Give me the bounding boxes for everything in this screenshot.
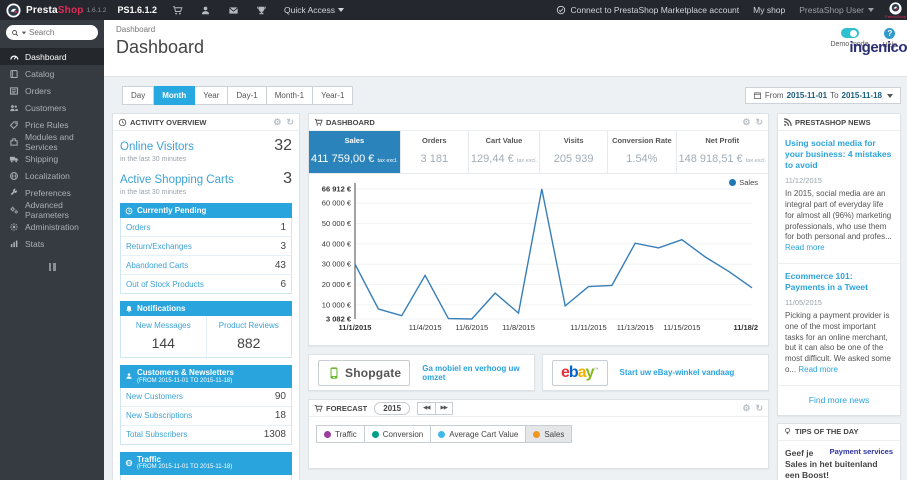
sidebar-item-modules[interactable]: Modules and Services xyxy=(0,132,104,152)
sidebar-menu: Dashboard Catalog Orders Customers Price… xyxy=(0,48,104,252)
users-icon xyxy=(10,104,19,111)
new-subscriptions-link[interactable]: New Subscriptions xyxy=(126,411,192,420)
sidebar-item-dashboard[interactable]: Dashboard xyxy=(0,48,104,65)
sidebar-collapse-button[interactable] xyxy=(0,263,104,271)
sidebar-item-customers[interactable]: Customers xyxy=(0,99,104,116)
tag-icon xyxy=(9,120,18,129)
sidebar-item-shipping[interactable]: Shipping xyxy=(0,150,104,167)
user-icon xyxy=(126,373,132,380)
trophy-icon[interactable] xyxy=(256,5,267,16)
gear-icon xyxy=(10,222,18,231)
returns-link[interactable]: Return/Exchanges xyxy=(126,242,192,251)
gears-icon xyxy=(10,206,18,214)
book-icon xyxy=(10,69,18,78)
sidebar-item-stats[interactable]: Stats xyxy=(0,235,104,252)
cart-icon[interactable] xyxy=(172,5,183,16)
prestashop-logo-icon xyxy=(6,2,21,18)
range-button-day[interactable]: Day xyxy=(122,86,155,105)
orders-link[interactable]: Orders xyxy=(126,223,150,232)
tips-of-the-day-panel: TIPS OF THE DAY ingenico Payment service… xyxy=(777,40,907,480)
online-visitors-link[interactable]: Online Visitors xyxy=(120,141,194,153)
list-icon xyxy=(10,86,18,95)
out-of-stock-link[interactable]: Out of Stock Products xyxy=(126,280,204,289)
marketplace-link[interactable]: Connect to PrestaShop Marketplace accoun… xyxy=(556,5,739,15)
topbar-icons xyxy=(172,5,267,16)
wrench-icon xyxy=(10,188,18,195)
brand-name: PrestaShop xyxy=(26,4,84,16)
search-input[interactable] xyxy=(29,28,79,37)
gauge-icon xyxy=(10,55,19,60)
user-menu[interactable]: PrestaShop User xyxy=(799,5,874,15)
sidebar-item-advanced-parameters[interactable]: Advanced Parameters xyxy=(0,200,104,220)
new-customers-link[interactable]: New Customers xyxy=(126,392,183,401)
my-shop-link[interactable]: My shop xyxy=(753,5,785,15)
clock-icon xyxy=(118,118,127,127)
sidebar-item-price-rules[interactable]: Price Rules xyxy=(0,116,104,133)
total-subscribers-link[interactable]: Total Subscribers xyxy=(126,430,187,439)
bell-icon xyxy=(126,305,132,312)
globe-icon xyxy=(10,171,18,180)
sidebar-search xyxy=(6,25,98,40)
quick-access-menu[interactable]: Quick Access xyxy=(284,5,345,15)
range-button-month[interactable]: Month xyxy=(154,86,196,105)
main-content: Dashboard Dashboard Demo mode ? Help Day… xyxy=(104,20,907,480)
truck-icon xyxy=(9,156,19,162)
avatar[interactable]: PrestaShop xyxy=(885,1,906,19)
abandoned-carts-link[interactable]: Abandoned Carts xyxy=(126,261,188,270)
top-bar: PrestaShop 1.6.1.2 PS1.6.1.2 Quick Acces… xyxy=(0,0,907,20)
customer-icon[interactable] xyxy=(200,5,211,16)
new-messages-cell[interactable]: New Messages 144 xyxy=(121,316,207,357)
chevron-down-icon xyxy=(868,8,874,12)
help-icon[interactable]: ? xyxy=(884,28,896,39)
ingenico-logo[interactable]: ingenico Payment services xyxy=(823,40,907,456)
sidebar-item-orders[interactable]: Orders xyxy=(0,82,104,99)
sidebar: Dashboard Catalog Orders Customers Price… xyxy=(0,20,104,480)
envelope-icon[interactable] xyxy=(228,5,239,16)
sidebar-item-administration[interactable]: Administration xyxy=(0,218,104,235)
version-small: 1.6.1.2 xyxy=(86,6,107,14)
bar-chart-icon xyxy=(10,240,18,247)
marketplace-icon xyxy=(557,5,566,15)
demo-mode-toggle[interactable] xyxy=(840,28,859,38)
version-ps: PS1.6.1.2 xyxy=(117,5,157,15)
sidebar-item-preferences[interactable]: Preferences xyxy=(0,184,104,201)
breadcrumb[interactable]: Dashboard xyxy=(116,25,907,34)
puzzle-icon xyxy=(10,137,18,146)
globe-icon xyxy=(125,460,133,467)
sidebar-item-catalog[interactable]: Catalog xyxy=(0,65,104,82)
search-icon xyxy=(12,29,19,36)
chevron-down-icon xyxy=(338,8,345,12)
sidebar-item-localization[interactable]: Localization xyxy=(0,167,104,184)
chevron-down-icon[interactable] xyxy=(21,31,27,34)
clock-icon xyxy=(125,207,133,214)
